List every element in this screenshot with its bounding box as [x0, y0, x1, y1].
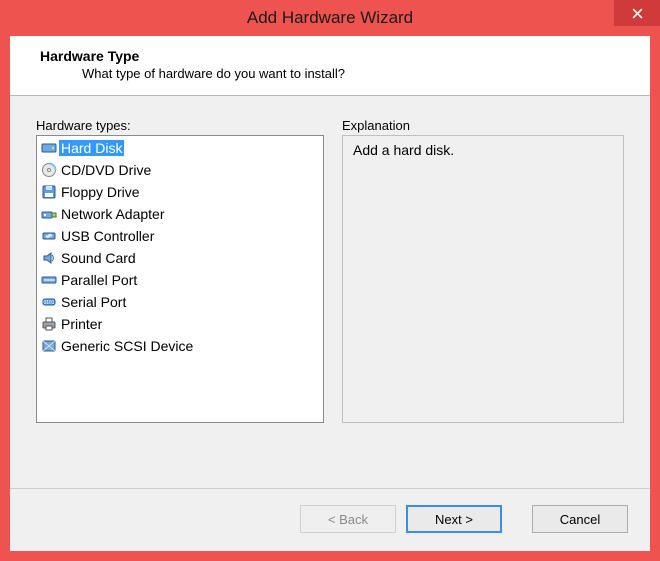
back-button[interactable]: < Back: [300, 505, 396, 533]
list-item[interactable]: Network Adapter: [38, 203, 322, 225]
list-item-label: Sound Card: [59, 250, 138, 266]
close-icon: [632, 8, 643, 19]
svg-text:0101: 0101: [43, 300, 54, 306]
hardware-types-column: Hardware types: Hard Disk CD/DVD Drive Flo…: [36, 118, 324, 478]
list-item[interactable]: Printer: [38, 313, 322, 335]
floppy-icon: [40, 183, 58, 201]
list-item-label: Network Adapter: [59, 206, 167, 222]
wizard-header: Hardware Type What type of hardware do y…: [10, 36, 650, 96]
list-item-label: Serial Port: [59, 294, 128, 310]
content-area: Hardware types: Hard Disk CD/DVD Drive Flo…: [10, 96, 650, 488]
list-item[interactable]: Generic SCSI Device: [38, 335, 322, 357]
harddisk-icon: [40, 139, 58, 157]
list-item-label: Printer: [59, 316, 104, 332]
list-item-label: Parallel Port: [59, 272, 139, 288]
cancel-button[interactable]: Cancel: [532, 505, 628, 533]
explanation-label: Explanation: [342, 118, 624, 133]
scsi-icon: [40, 337, 58, 355]
list-item-label: Generic SCSI Device: [59, 338, 195, 354]
wizard-window: Add Hardware Wizard Hardware Type What t…: [0, 0, 660, 561]
serial-icon: 0101: [40, 293, 58, 311]
page-title: Hardware Type: [40, 48, 630, 64]
list-item-label: Hard Disk: [59, 140, 124, 156]
list-item[interactable]: Sound Card: [38, 247, 322, 269]
sound-icon: [40, 249, 58, 267]
page-subtitle: What type of hardware do you want to ins…: [82, 66, 630, 81]
list-item-label: CD/DVD Drive: [59, 162, 153, 178]
list-item-label: USB Controller: [59, 228, 156, 244]
printer-icon: [40, 315, 58, 333]
titlebar[interactable]: Add Hardware Wizard: [0, 0, 660, 36]
next-button[interactable]: Next >: [406, 505, 502, 533]
list-item[interactable]: USB Controller: [38, 225, 322, 247]
client-area: Hardware Type What type of hardware do y…: [10, 36, 650, 551]
list-item[interactable]: Hard Disk: [38, 137, 322, 159]
usb-icon: [40, 227, 58, 245]
hardware-types-listbox[interactable]: Hard Disk CD/DVD Drive Floppy Drive Network…: [36, 135, 324, 423]
explanation-box: Add a hard disk.: [342, 135, 624, 423]
list-item[interactable]: CD/DVD Drive: [38, 159, 322, 181]
cd-icon: [40, 161, 58, 179]
window-title: Add Hardware Wizard: [247, 8, 413, 28]
explanation-column: Explanation Add a hard disk.: [342, 118, 624, 478]
close-button[interactable]: [614, 0, 660, 26]
network-icon: [40, 205, 58, 223]
wizard-footer: < Back Next > Cancel: [10, 488, 650, 551]
list-item-label: Floppy Drive: [59, 184, 142, 200]
list-item[interactable]: Floppy Drive: [38, 181, 322, 203]
list-item[interactable]: 0101 Serial Port: [38, 291, 322, 313]
parallel-icon: [40, 271, 58, 289]
list-item[interactable]: Parallel Port: [38, 269, 322, 291]
hardware-types-label: Hardware types:: [36, 118, 324, 133]
explanation-text: Add a hard disk.: [353, 142, 613, 158]
